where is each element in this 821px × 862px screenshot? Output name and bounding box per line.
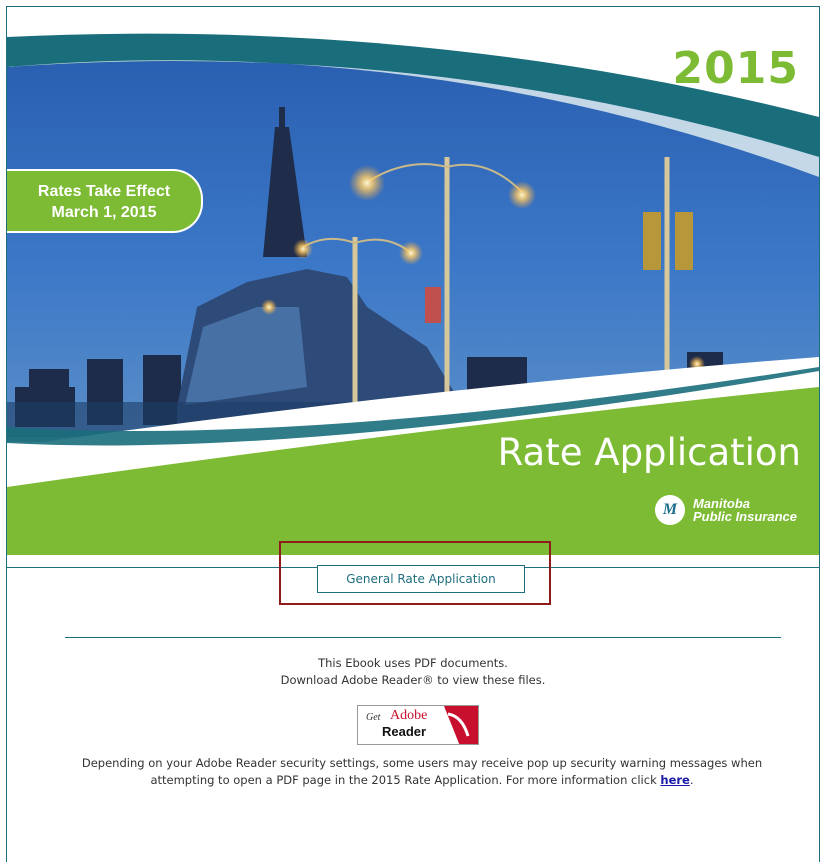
adobe-reader-icon <box>444 706 478 744</box>
mpi-logo: M Manitoba Public Insurance <box>654 495 797 525</box>
logo-line-2: Public Insurance <box>692 509 797 524</box>
adobe-brand-text: Adobe <box>390 708 428 723</box>
rate-application-title: Rate Application <box>497 431 801 474</box>
badge-line-1: Rates Take Effect <box>37 183 171 200</box>
hero-banner: 2015 Rates Take Effect March 1, 2015 Rat… <box>7 7 819 555</box>
get-adobe-reader-button[interactable]: Get Adobe Reader <box>357 705 479 745</box>
pdf-info-line-1: This Ebook uses PDF documents. <box>318 656 508 670</box>
effective-date-badge: Rates Take Effect March 1, 2015 <box>7 169 203 233</box>
page-frame: 2015 Rates Take Effect March 1, 2015 Rat… <box>6 6 820 862</box>
security-notice: Depending on your Adobe Reader security … <box>57 755 787 789</box>
adobe-get-text: Get <box>366 712 381 723</box>
mpi-logo-icon: M <box>654 495 685 525</box>
more-info-link[interactable]: here <box>660 773 689 787</box>
security-notice-end: . <box>689 773 694 787</box>
adobe-reader-text: Reader <box>382 724 427 739</box>
pdf-info-line-2: Download Adobe Reader® to view these fil… <box>280 673 546 687</box>
pdf-info: This Ebook uses PDF documents. Download … <box>7 655 819 689</box>
mpi-logo-text: Manitoba Public Insurance <box>693 497 797 523</box>
badge-line-2: March 1, 2015 <box>51 204 157 221</box>
divider-middle <box>65 637 781 638</box>
general-rate-application-button[interactable]: General Rate Application <box>317 565 525 593</box>
year-label: 2015 <box>672 43 799 94</box>
